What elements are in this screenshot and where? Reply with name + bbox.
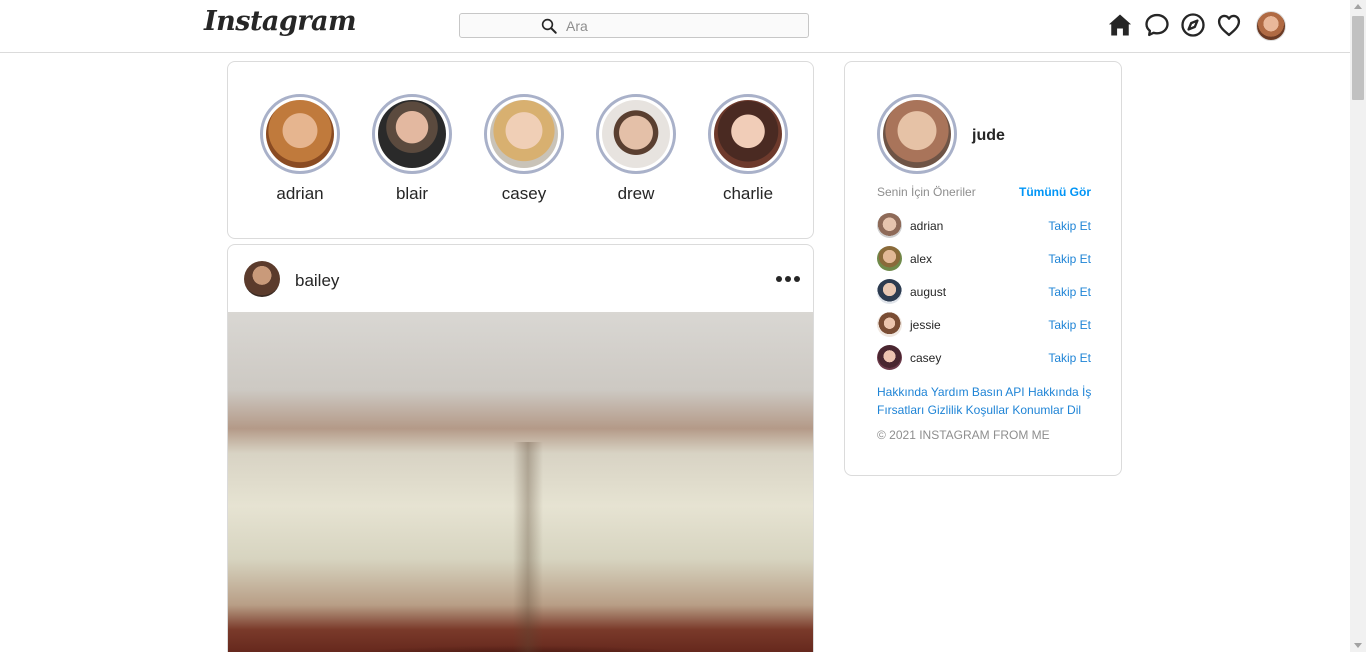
story-item[interactable]: charlie (708, 94, 788, 204)
story-username: charlie (722, 184, 774, 203)
page-scrollbar[interactable] (1350, 0, 1366, 652)
search-icon (541, 18, 557, 34)
story-item[interactable]: adrian (260, 94, 340, 204)
more-options-icon[interactable] (776, 271, 800, 287)
search-box[interactable] (459, 13, 809, 38)
suggestions-title: Senin İçin Öneriler (877, 185, 976, 199)
copyright-text: © 2021 INSTAGRAM FROM ME (877, 428, 1050, 442)
story-username: blair (395, 184, 429, 203)
avatar (490, 100, 558, 168)
story-item[interactable]: casey (484, 94, 564, 204)
avatar (714, 100, 782, 168)
suggestion-row: alex Takip Et (877, 246, 1097, 272)
messenger-icon[interactable] (1143, 11, 1171, 39)
heart-icon[interactable] (1215, 11, 1243, 39)
suggestion-username[interactable]: adrian (910, 219, 943, 233)
suggestion-row: august Takip Et (877, 279, 1097, 305)
story-ring (484, 94, 564, 174)
avatar[interactable] (877, 246, 902, 271)
current-user-name[interactable]: jude (972, 127, 1005, 145)
avatar (266, 100, 334, 168)
story-username: adrian (276, 184, 324, 203)
suggestion-username[interactable]: alex (910, 252, 932, 266)
top-navigation-bar: Instagram (0, 0, 1350, 53)
search-input[interactable] (566, 16, 796, 35)
suggestion-username[interactable]: jessie (910, 318, 941, 332)
follow-button[interactable]: Takip Et (1048, 285, 1091, 299)
post-author-avatar[interactable] (244, 261, 280, 297)
profile-avatar-button[interactable] (1256, 11, 1286, 41)
avatar (378, 100, 446, 168)
book-spine-shading (513, 442, 543, 652)
avatar[interactable] (877, 279, 902, 304)
current-user-avatar[interactable] (877, 94, 957, 174)
avatar (602, 100, 670, 168)
instagram-logo[interactable]: Instagram (204, 6, 357, 37)
sidebar-card: jude Senin İçin Öneriler Tümünü Gör adri… (844, 61, 1122, 476)
post-image[interactable] (228, 312, 813, 652)
scroll-up-arrow-icon[interactable] (1354, 4, 1362, 9)
home-icon[interactable] (1106, 11, 1134, 39)
suggestion-username[interactable]: casey (910, 351, 941, 365)
see-all-link[interactable]: Tümünü Gör (1019, 185, 1091, 199)
suggestion-row: jessie Takip Et (877, 312, 1097, 338)
scrollbar-thumb[interactable] (1352, 16, 1364, 100)
story-item[interactable]: drew (596, 94, 676, 204)
follow-button[interactable]: Takip Et (1048, 219, 1091, 233)
explore-icon[interactable] (1179, 11, 1207, 39)
suggestion-row: casey Takip Et (877, 345, 1097, 371)
story-item[interactable]: blair (372, 94, 452, 204)
avatar[interactable] (877, 345, 902, 370)
avatar[interactable] (877, 213, 902, 238)
story-ring (372, 94, 452, 174)
story-ring (596, 94, 676, 174)
story-ring (708, 94, 788, 174)
suggestion-row: adrian Takip Et (877, 213, 1097, 239)
scroll-down-arrow-icon[interactable] (1354, 643, 1362, 648)
avatar (883, 100, 951, 168)
story-username: casey (501, 184, 547, 203)
footer-links[interactable]: Hakkında Yardım Basın API Hakkında İş Fı… (877, 383, 1097, 419)
follow-button[interactable]: Takip Et (1048, 351, 1091, 365)
avatar[interactable] (877, 312, 902, 337)
stories-tray: adrian blair casey drew charlie (227, 61, 814, 239)
post-author-username[interactable]: bailey (295, 271, 339, 291)
follow-button[interactable]: Takip Et (1048, 252, 1091, 266)
follow-button[interactable]: Takip Et (1048, 318, 1091, 332)
story-ring (260, 94, 340, 174)
suggestion-username[interactable]: august (910, 285, 946, 299)
story-username: drew (617, 184, 655, 203)
feed-post: bailey (227, 244, 814, 652)
